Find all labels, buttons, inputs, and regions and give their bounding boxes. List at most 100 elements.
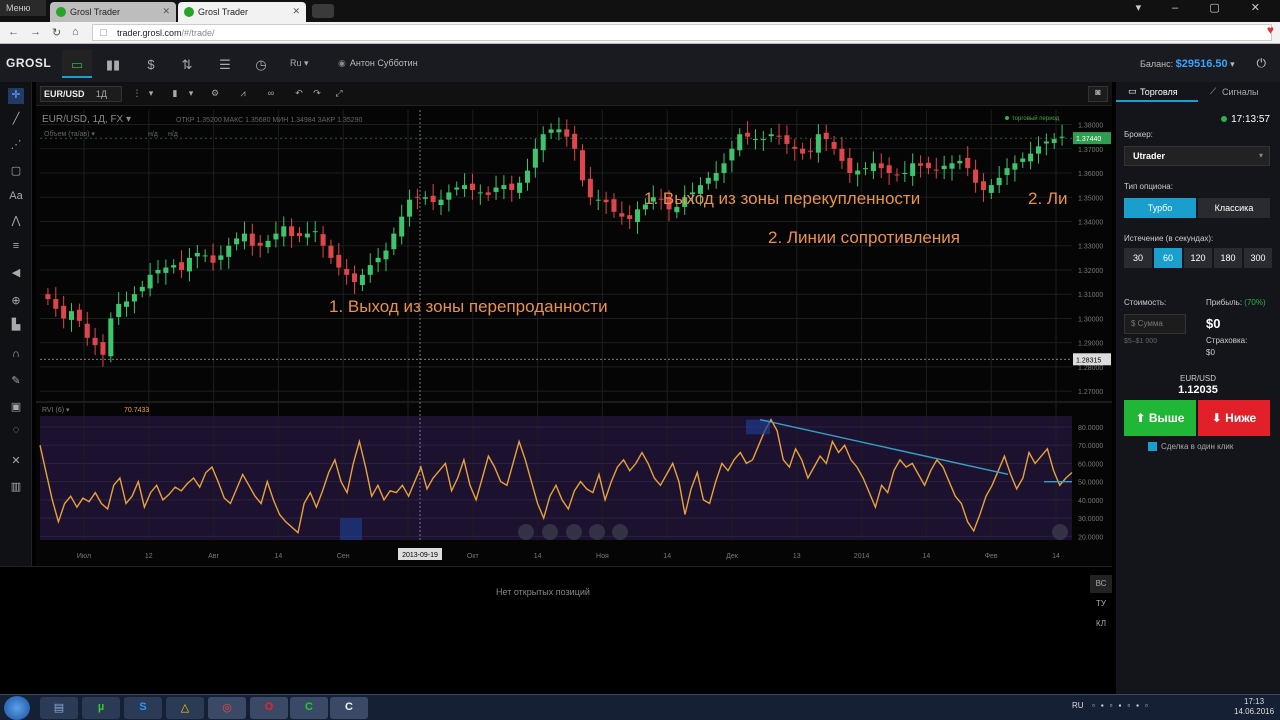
crosshair-icon[interactable]: ✛	[8, 88, 24, 104]
magnet-icon[interactable]: ∩	[8, 348, 24, 364]
positions-tab[interactable]: КЛ	[1090, 615, 1112, 633]
positions-tab[interactable]: ВС	[1090, 575, 1112, 593]
measure-icon[interactable]: ▙	[8, 318, 24, 334]
option-turbo-button[interactable]: Турбо	[1124, 198, 1196, 218]
sliders-icon[interactable]: ☰	[210, 50, 240, 78]
candle-body	[556, 129, 562, 133]
browser-menu-button[interactable]: Меню	[0, 0, 46, 16]
camtasia-icon[interactable]: C	[290, 697, 328, 719]
system-clock[interactable]: 17:13 14.06.2016	[1234, 697, 1274, 717]
symbol-input[interactable]: EUR/USD 1Д	[40, 86, 122, 102]
zoom-icon[interactable]: ⊕	[8, 294, 24, 310]
new-tab-button[interactable]	[312, 4, 334, 18]
expiry-option-selected[interactable]: 60	[1154, 248, 1182, 268]
expiry-option[interactable]: 120	[1184, 248, 1212, 268]
tab-signals[interactable]: ⟋ Сигналы	[1198, 82, 1280, 102]
call-up-button[interactable]: ⬆ Выше	[1124, 400, 1196, 436]
browser-tab-active[interactable]: Grosl Trader ✕	[178, 2, 306, 22]
candle-body	[603, 199, 609, 203]
positions-tab[interactable]: ТУ	[1090, 595, 1112, 613]
candle-body	[367, 265, 373, 275]
input-language[interactable]: RU	[1072, 701, 1084, 710]
fullscreen-icon[interactable]: ⤢	[330, 86, 348, 102]
close-tab-icon[interactable]: ✕	[162, 6, 170, 17]
language-select[interactable]: Ru ▾	[290, 58, 309, 69]
pencil-icon[interactable]: ✎	[8, 374, 24, 390]
expiry-option[interactable]: 180	[1214, 248, 1242, 268]
text-tool-icon[interactable]: Aa	[8, 190, 24, 206]
chrome-icon[interactable]: ◎	[208, 697, 246, 719]
candle-body	[611, 199, 617, 212]
candle-body	[469, 183, 475, 190]
candle-body	[210, 255, 216, 263]
candle-body	[815, 134, 821, 153]
candle-body	[705, 177, 711, 184]
tray-icons[interactable]: ▫▪▫▪▫▪▫	[1092, 701, 1154, 710]
one-click-toggle[interactable]: Сделка в один клик	[1148, 442, 1233, 452]
camera-icon[interactable]: ◙	[1088, 86, 1108, 102]
opera-icon[interactable]: O	[250, 697, 288, 719]
option-classic-button[interactable]: Классика	[1198, 198, 1270, 218]
warning-app-icon[interactable]: △	[166, 697, 204, 719]
candle-body	[179, 262, 185, 270]
clock-icon[interactable]: ◷	[246, 50, 276, 78]
price-chart[interactable]: Июл12Авг14Сен16Окт14Ноя14Дек13201414Фев1…	[36, 106, 1112, 566]
tab-title: Grosl Trader	[198, 7, 249, 17]
chart-nav-button	[566, 524, 582, 540]
tools-icon[interactable]: ✕	[8, 454, 24, 470]
expiry-option[interactable]: 30	[1124, 248, 1152, 268]
redo-icon[interactable]: ↷	[308, 86, 326, 102]
put-down-button[interactable]: ⬇ Ниже	[1198, 400, 1270, 436]
file-manager-icon[interactable]: ▤	[40, 697, 78, 719]
broker-select[interactable]: Utrader ▾	[1124, 146, 1270, 166]
dollar-icon[interactable]: $	[136, 50, 166, 78]
browser-tab[interactable]: Grosl Trader ✕	[50, 2, 176, 22]
bar-chart-icon[interactable]: ▮▮	[98, 50, 128, 78]
rectangle-icon[interactable]: ▢	[8, 164, 24, 180]
back-icon[interactable]: ←	[8, 26, 19, 38]
candle-body	[281, 226, 287, 237]
chevron-down-icon[interactable]: ▾	[182, 86, 200, 102]
candle-body	[76, 309, 82, 321]
fork-tool-icon[interactable]: ⋰	[8, 138, 24, 154]
window-controls[interactable]: ▾ – ▢ ✕	[1136, 1, 1274, 14]
candle-body	[45, 294, 51, 300]
url-field[interactable]: ▢ trader.grosl.com/#/trade/	[92, 24, 1272, 41]
reload-icon[interactable]: ↻	[52, 26, 61, 39]
balance[interactable]: Баланс: $29516.50 ▾	[1140, 58, 1235, 70]
fib-icon[interactable]: ≡	[8, 240, 24, 256]
home-icon[interactable]: ⌂	[72, 26, 79, 38]
close-tab-icon[interactable]: ✕	[292, 6, 300, 17]
undo-icon[interactable]: ↶	[290, 86, 308, 102]
profit-percent: (70%)	[1244, 298, 1266, 307]
page-icon: ▢	[99, 27, 108, 37]
y-tick-label: 1.29000	[1078, 341, 1103, 348]
monitor-icon[interactable]: ▭	[62, 50, 92, 78]
tab-trading[interactable]: ▭ Торговля	[1116, 82, 1198, 102]
settings-icon[interactable]: ⚙	[206, 86, 224, 102]
chevron-down-icon[interactable]: ▾	[142, 86, 160, 102]
candle-body	[414, 196, 420, 198]
indicators-icon[interactable]: ⩘	[234, 86, 252, 102]
torrent-icon[interactable]: µ	[82, 697, 120, 719]
expiry-label: Истечение (в секундах):	[1124, 234, 1214, 243]
eye-hidden-icon[interactable]: ◌	[8, 424, 24, 440]
pattern-icon[interactable]: ⋀	[8, 214, 24, 230]
user-name[interactable]: ◉ Антон Субботин	[338, 58, 418, 69]
recorder-icon[interactable]: C	[330, 697, 368, 719]
expiry-option[interactable]: 300	[1244, 248, 1272, 268]
amount-input[interactable]: $ Сумма	[1124, 314, 1186, 334]
lock-icon[interactable]: ▣	[8, 400, 24, 416]
trash-icon[interactable]: ▥	[8, 480, 24, 496]
indicator-y-tick: 80.0000	[1078, 425, 1103, 432]
windows-start-icon[interactable]	[4, 696, 30, 720]
trend-line-icon[interactable]: ╱	[8, 112, 24, 128]
forward-icon[interactable]: →	[30, 26, 41, 38]
heart-icon[interactable]: ♥	[1267, 23, 1274, 37]
skype-icon[interactable]: S	[124, 697, 162, 719]
compare-icon[interactable]: ∞	[262, 86, 280, 102]
power-icon[interactable]: ⏻	[1257, 56, 1267, 71]
transfer-arrows-icon[interactable]: ⇅	[172, 50, 202, 78]
asset-pair: EUR/USD	[1179, 374, 1216, 383]
arrow-left-icon[interactable]: ◀	[8, 266, 24, 282]
